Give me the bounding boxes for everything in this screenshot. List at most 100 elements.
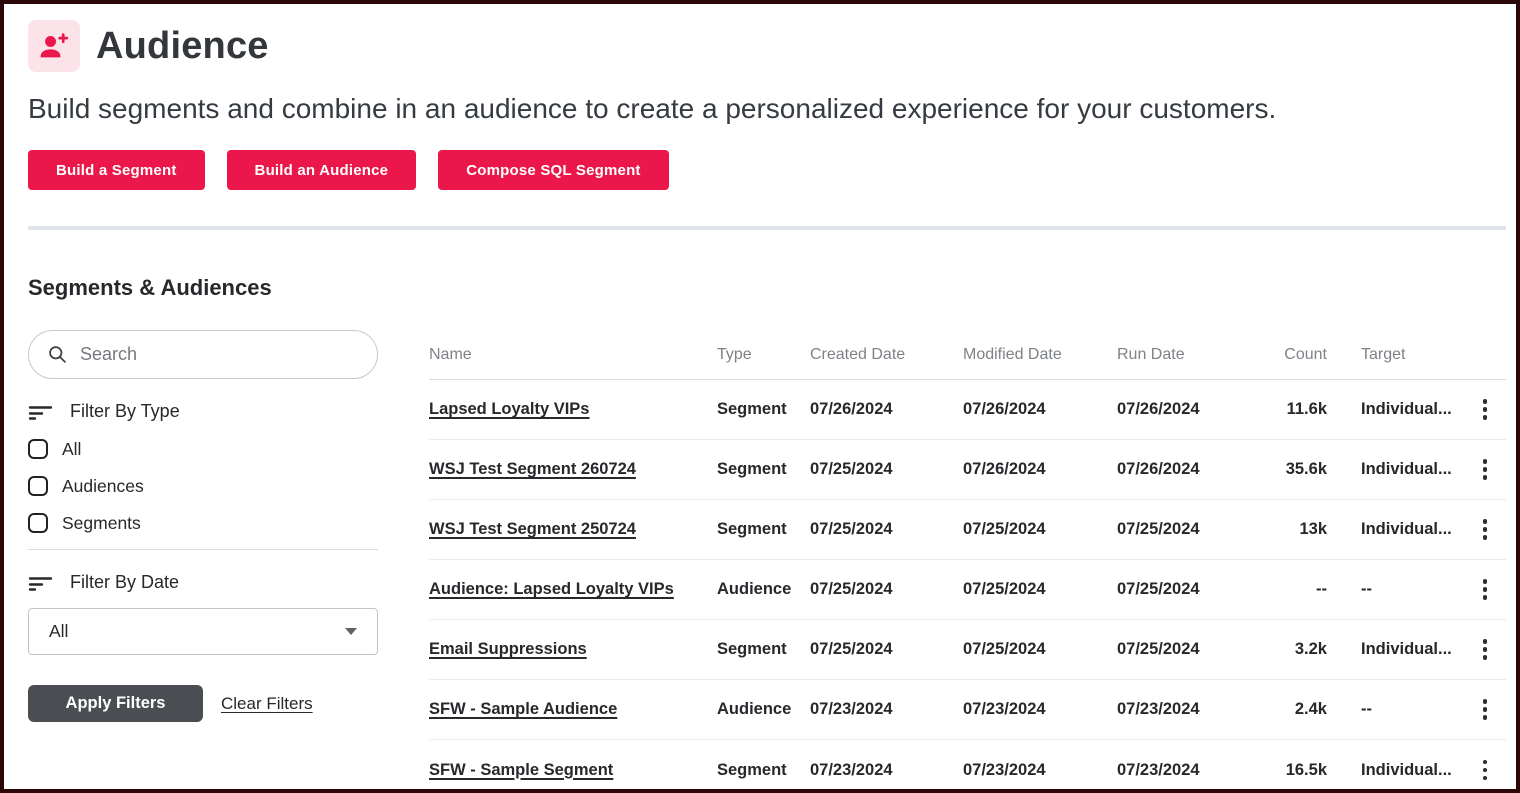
column-header-modified-date: Modified Date	[963, 346, 1117, 364]
row-type: Segment	[717, 640, 810, 659]
row-created-date: 07/25/2024	[810, 460, 963, 479]
section-divider	[28, 226, 1506, 230]
row-created-date: 07/25/2024	[810, 520, 963, 539]
table-row: WSJ Test Segment 250724 Segment 07/25/20…	[429, 500, 1506, 560]
build-audience-button[interactable]: Build an Audience	[227, 150, 417, 190]
row-run-date: 07/25/2024	[1117, 520, 1257, 539]
row-run-date: 07/26/2024	[1117, 400, 1257, 419]
table-row: Lapsed Loyalty VIPs Segment 07/26/2024 0…	[429, 380, 1506, 440]
row-name-link[interactable]: Lapsed Loyalty VIPs	[429, 400, 717, 419]
checkbox-all-label: All	[62, 439, 81, 460]
row-created-date: 07/25/2024	[810, 640, 963, 659]
row-target: Individual...	[1327, 520, 1464, 539]
search-box	[28, 330, 378, 379]
row-actions-kebab-icon[interactable]	[1477, 695, 1494, 724]
filter-icon	[28, 571, 54, 593]
person-add-icon	[28, 20, 80, 72]
row-count: 2.4k	[1257, 700, 1327, 719]
sidebar-divider	[28, 549, 378, 550]
row-name-link[interactable]: Email Suppressions	[429, 640, 717, 659]
row-name-link[interactable]: SFW - Sample Audience	[429, 700, 717, 719]
search-input[interactable]	[80, 344, 361, 365]
row-count: 16.5k	[1257, 761, 1327, 780]
action-buttons: Build a Segment Build an Audience Compos…	[28, 150, 1506, 190]
row-run-date: 07/23/2024	[1117, 700, 1257, 719]
column-header-type: Type	[717, 346, 810, 364]
row-count: --	[1257, 580, 1327, 599]
row-actions-cell	[1464, 515, 1506, 544]
row-type: Segment	[717, 460, 810, 479]
row-created-date: 07/23/2024	[810, 700, 963, 719]
row-target: --	[1327, 580, 1464, 599]
page-subtitle: Build segments and combine in an audienc…	[28, 92, 1506, 126]
row-target: --	[1327, 700, 1464, 719]
row-name-link[interactable]: WSJ Test Segment 250724	[429, 520, 717, 539]
checkbox-option-segments[interactable]: Segments	[28, 512, 378, 534]
row-modified-date: 07/23/2024	[963, 761, 1117, 780]
checkbox-audiences[interactable]	[28, 476, 48, 496]
compose-sql-segment-button[interactable]: Compose SQL Segment	[438, 150, 668, 190]
row-type: Audience	[717, 700, 810, 719]
column-header-name: Name	[429, 346, 717, 364]
row-name-link[interactable]: Audience: Lapsed Loyalty VIPs	[429, 580, 717, 599]
checkbox-all[interactable]	[28, 439, 48, 459]
table-row: Audience: Lapsed Loyalty VIPs Audience 0…	[429, 560, 1506, 620]
row-run-date: 07/25/2024	[1117, 580, 1257, 599]
row-modified-date: 07/25/2024	[963, 520, 1117, 539]
row-count: 35.6k	[1257, 460, 1327, 479]
row-modified-date: 07/23/2024	[963, 700, 1117, 719]
chevron-down-icon	[345, 628, 357, 635]
apply-filters-button[interactable]: Apply Filters	[28, 685, 203, 722]
type-filter-options: All Audiences Segments	[28, 438, 378, 534]
row-actions-kebab-icon[interactable]	[1477, 455, 1494, 484]
row-count: 3.2k	[1257, 640, 1327, 659]
row-modified-date: 07/25/2024	[963, 640, 1117, 659]
row-actions-cell	[1464, 756, 1506, 785]
column-header-count: Count	[1257, 346, 1327, 364]
table-row: WSJ Test Segment 260724 Segment 07/25/20…	[429, 440, 1506, 500]
row-created-date: 07/23/2024	[810, 761, 963, 780]
row-target: Individual...	[1327, 761, 1464, 780]
section-title: Segments & Audiences	[28, 274, 1506, 302]
row-name-link[interactable]: SFW - Sample Segment	[429, 761, 717, 780]
segments-table: Name Type Created Date Modified Date Run…	[429, 330, 1506, 793]
checkbox-audiences-label: Audiences	[62, 476, 144, 497]
row-count: 11.6k	[1257, 400, 1327, 419]
row-modified-date: 07/26/2024	[963, 460, 1117, 479]
row-target: Individual...	[1327, 460, 1464, 479]
checkbox-option-all[interactable]: All	[28, 438, 378, 460]
checkbox-segments-label: Segments	[62, 513, 141, 534]
row-created-date: 07/26/2024	[810, 400, 963, 419]
row-modified-date: 07/26/2024	[963, 400, 1117, 419]
row-actions-kebab-icon[interactable]	[1477, 635, 1494, 664]
filters-sidebar: Filter By Type All Audiences Segments	[28, 330, 378, 722]
row-actions-cell	[1464, 695, 1506, 724]
clear-filters-link[interactable]: Clear Filters	[221, 694, 313, 714]
row-actions-kebab-icon[interactable]	[1477, 395, 1494, 424]
checkbox-option-audiences[interactable]: Audiences	[28, 475, 378, 497]
row-name-link[interactable]: WSJ Test Segment 260724	[429, 460, 717, 479]
table-header-row: Name Type Created Date Modified Date Run…	[429, 330, 1506, 380]
filter-icon	[28, 400, 54, 422]
page-header: Audience	[28, 20, 1506, 72]
date-filter-dropdown[interactable]: All	[28, 608, 378, 655]
row-type: Segment	[717, 761, 810, 780]
build-segment-button[interactable]: Build a Segment	[28, 150, 205, 190]
row-actions-cell	[1464, 635, 1506, 664]
app-window: Audience Build segments and combine in a…	[0, 0, 1520, 793]
checkbox-segments[interactable]	[28, 513, 48, 533]
filter-by-date-header: Filter By Date	[28, 571, 378, 593]
row-actions-kebab-icon[interactable]	[1477, 756, 1494, 785]
row-run-date: 07/25/2024	[1117, 640, 1257, 659]
column-header-target: Target	[1327, 346, 1464, 364]
row-target: Individual...	[1327, 640, 1464, 659]
sidebar-footer: Apply Filters Clear Filters	[28, 685, 378, 722]
row-actions-cell	[1464, 575, 1506, 604]
search-icon	[47, 344, 68, 365]
row-type: Segment	[717, 400, 810, 419]
row-run-date: 07/26/2024	[1117, 460, 1257, 479]
row-actions-kebab-icon[interactable]	[1477, 515, 1494, 544]
row-count: 13k	[1257, 520, 1327, 539]
audience-page: Audience Build segments and combine in a…	[4, 4, 1516, 793]
row-actions-kebab-icon[interactable]	[1477, 575, 1494, 604]
